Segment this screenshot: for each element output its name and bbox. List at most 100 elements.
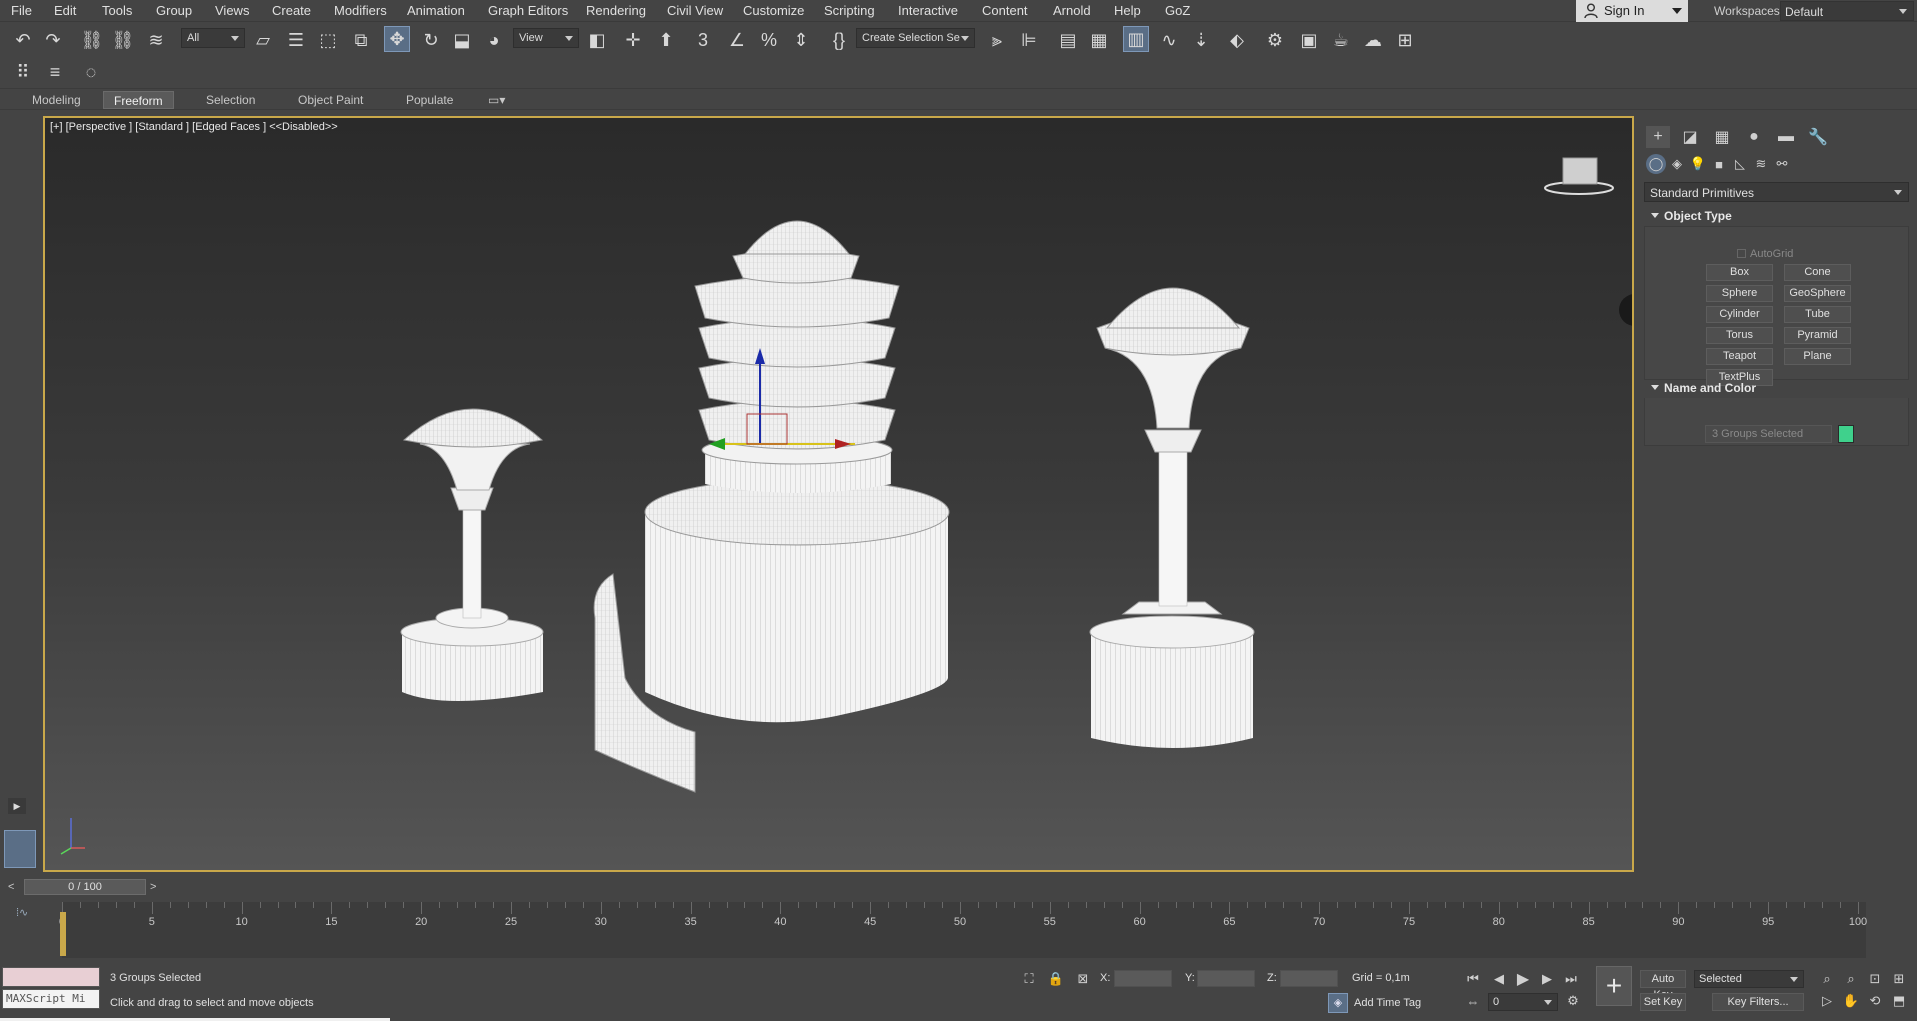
key-mode-toggle-icon[interactable]: ⇔ (1464, 992, 1482, 1010)
helpers-icon[interactable]: ◺ (1730, 154, 1750, 174)
maxscript-mini-listener[interactable]: MAXScript Mi (2, 989, 100, 1009)
redo-icon[interactable]: ↷ (40, 27, 66, 53)
undo-icon[interactable]: ↶ (10, 27, 36, 53)
tube-button[interactable]: Tube (1784, 306, 1851, 323)
select-and-rotate-icon[interactable]: ↻ (418, 27, 444, 53)
reference-coordinate-dropdown[interactable]: View (513, 28, 579, 48)
auto-key-button[interactable]: Auto Key (1640, 970, 1686, 1001)
rectangular-selection-icon[interactable]: ⬚ (315, 27, 341, 53)
next-frame-icon[interactable]: ▶ (1538, 970, 1556, 988)
time-tag-icon[interactable]: ◈ (1328, 993, 1348, 1013)
menu-customize[interactable]: Customize (743, 3, 804, 18)
menu-modifiers[interactable]: Modifiers (334, 3, 387, 18)
menu-interactive[interactable]: Interactive (898, 3, 958, 18)
keyboard-shortcut-override-icon[interactable]: ⬆ (653, 27, 679, 53)
y-coordinate-field[interactable] (1197, 970, 1255, 987)
tab-modeling[interactable]: Modeling (22, 91, 91, 109)
select-and-scale-icon[interactable]: ⬓ (449, 27, 475, 53)
select-by-name-icon[interactable]: ☰ (283, 27, 309, 53)
pyramid-button[interactable]: Pyramid (1784, 327, 1851, 344)
z-coordinate-field[interactable] (1280, 970, 1338, 987)
field-of-view-icon[interactable]: ▷ (1818, 992, 1836, 1010)
systems-icon[interactable]: ⚯ (1772, 154, 1792, 174)
hierarchy-tab-icon[interactable]: ▦ (1710, 126, 1734, 148)
select-and-place-icon[interactable]: ◕ (481, 27, 507, 53)
menu-help[interactable]: Help (1114, 3, 1141, 18)
zoom-extents-icon[interactable]: ⊡ (1866, 970, 1884, 988)
pan-view-icon[interactable]: ✋ (1842, 992, 1860, 1010)
angle-snap-icon[interactable]: ∠ (724, 27, 750, 53)
viewcube-icon[interactable] (1544, 157, 1614, 195)
material-editor-icon[interactable]: ⬖ (1224, 27, 1250, 53)
menu-content[interactable]: Content (982, 3, 1028, 18)
scene-explorer-icon[interactable]: ▤ (1055, 27, 1081, 53)
time-slider-thumb[interactable]: 0 / 100 (24, 879, 146, 895)
key-mode-dropdown[interactable]: Selected (1694, 970, 1804, 988)
lights-icon[interactable]: 💡 (1688, 154, 1708, 174)
menu-rendering[interactable]: Rendering (586, 3, 646, 18)
select-object-icon[interactable]: ▱ (250, 27, 276, 53)
menu-arnold[interactable]: Arnold (1053, 3, 1091, 18)
menu-group[interactable]: Group (156, 3, 192, 18)
menu-civil-view[interactable]: Civil View (667, 3, 723, 18)
menu-create[interactable]: Create (272, 3, 311, 18)
zoom-all-icon[interactable]: ⌕ (1842, 970, 1860, 988)
select-and-move-icon[interactable]: ✥ (384, 26, 410, 52)
utilities-tab-icon[interactable]: 🔧 (1806, 126, 1830, 148)
render-gallery-icon[interactable]: ⊞ (1392, 27, 1418, 53)
curve-editor-icon[interactable]: ∿ (1156, 27, 1182, 53)
create-tab-icon[interactable]: + (1646, 126, 1670, 148)
display-tab-icon[interactable]: ▬ (1774, 126, 1798, 148)
previous-frame-icon[interactable]: ◀ (1490, 970, 1508, 988)
key-filters-button[interactable]: Key Filters... (1712, 993, 1804, 1011)
viewport-layout-icon[interactable] (4, 830, 36, 868)
plane-button[interactable]: Plane (1784, 348, 1851, 365)
time-slider-prev-button[interactable]: < (8, 880, 22, 894)
set-keys-button[interactable]: + (1596, 966, 1632, 1006)
torus-button[interactable]: Torus (1706, 327, 1773, 344)
orbit-icon[interactable]: ⟲ (1866, 992, 1884, 1010)
link-icon[interactable]: ⛓ (79, 27, 105, 53)
tab-populate[interactable]: Populate (396, 91, 463, 109)
geosphere-button[interactable]: GeoSphere (1784, 285, 1851, 302)
ribbon-toggle-icon[interactable]: ▥ (1123, 26, 1149, 52)
autogrid-checkbox[interactable]: AutoGrid (1737, 248, 1793, 260)
selection-region-icon[interactable]: ◌ (78, 59, 104, 85)
layer-explorer-icon[interactable]: ▦ (1086, 27, 1112, 53)
menu-edit[interactable]: Edit (54, 3, 76, 18)
pivot-center-icon[interactable]: ◧ (584, 27, 610, 53)
shapes-icon[interactable]: ◈ (1667, 154, 1687, 174)
object-name-field[interactable]: 3 Groups Selected (1705, 425, 1832, 443)
tab-selection[interactable]: Selection (196, 91, 265, 109)
current-frame-marker[interactable] (60, 912, 66, 956)
perspective-viewport[interactable]: [+] [Perspective ] [Standard ] [Edged Fa… (43, 116, 1634, 872)
cylinder-button[interactable]: Cylinder (1706, 306, 1773, 323)
align-icon[interactable]: ⊫ (1016, 27, 1042, 53)
ribbon-options-icon[interactable]: ▭▾ (478, 91, 515, 109)
teapot-button[interactable]: Teapot (1706, 348, 1773, 365)
time-slider-next-button[interactable]: > (150, 880, 164, 894)
menu-goz[interactable]: GoZ (1165, 3, 1190, 18)
geometry-icon[interactable]: ◯ (1646, 154, 1666, 174)
render-in-cloud-icon[interactable]: ☁ (1360, 27, 1386, 53)
add-time-tag-button[interactable]: Add Time Tag (1354, 997, 1421, 1009)
edit-named-selection-icon[interactable]: {} (826, 27, 852, 53)
menu-tools[interactable]: Tools (102, 3, 132, 18)
x-coordinate-field[interactable] (1114, 970, 1172, 987)
track-ruler[interactable]: 0510152025303540455055606570758085909510… (59, 902, 1867, 958)
schematic-view-icon[interactable]: ⇣ (1188, 27, 1214, 53)
name-and-color-rollout-header[interactable]: Name and Color (1644, 378, 1909, 398)
mirror-icon[interactable]: ⫸ (984, 27, 1010, 53)
play-animation-icon[interactable]: ▶ (1514, 970, 1532, 988)
isolate-selection-icon[interactable]: ⛶ (1020, 970, 1038, 988)
space-warps-icon[interactable]: ≋ (1751, 154, 1771, 174)
modify-tab-icon[interactable]: ◪ (1678, 126, 1702, 148)
maximize-viewport-icon[interactable]: ⬒ (1890, 992, 1908, 1010)
zoom-icon[interactable]: ⌕ (1818, 970, 1836, 988)
open-mini-curve-editor-icon[interactable]: ⁞∿ (16, 906, 28, 919)
go-to-start-icon[interactable]: ⏮ (1464, 970, 1482, 988)
bind-space-warp-icon[interactable]: ≋ (143, 27, 169, 53)
time-configuration-icon[interactable]: ⚙ (1564, 992, 1582, 1010)
render-setup-icon[interactable]: ⚙ (1262, 27, 1288, 53)
percent-snap-icon[interactable]: % (756, 27, 782, 53)
